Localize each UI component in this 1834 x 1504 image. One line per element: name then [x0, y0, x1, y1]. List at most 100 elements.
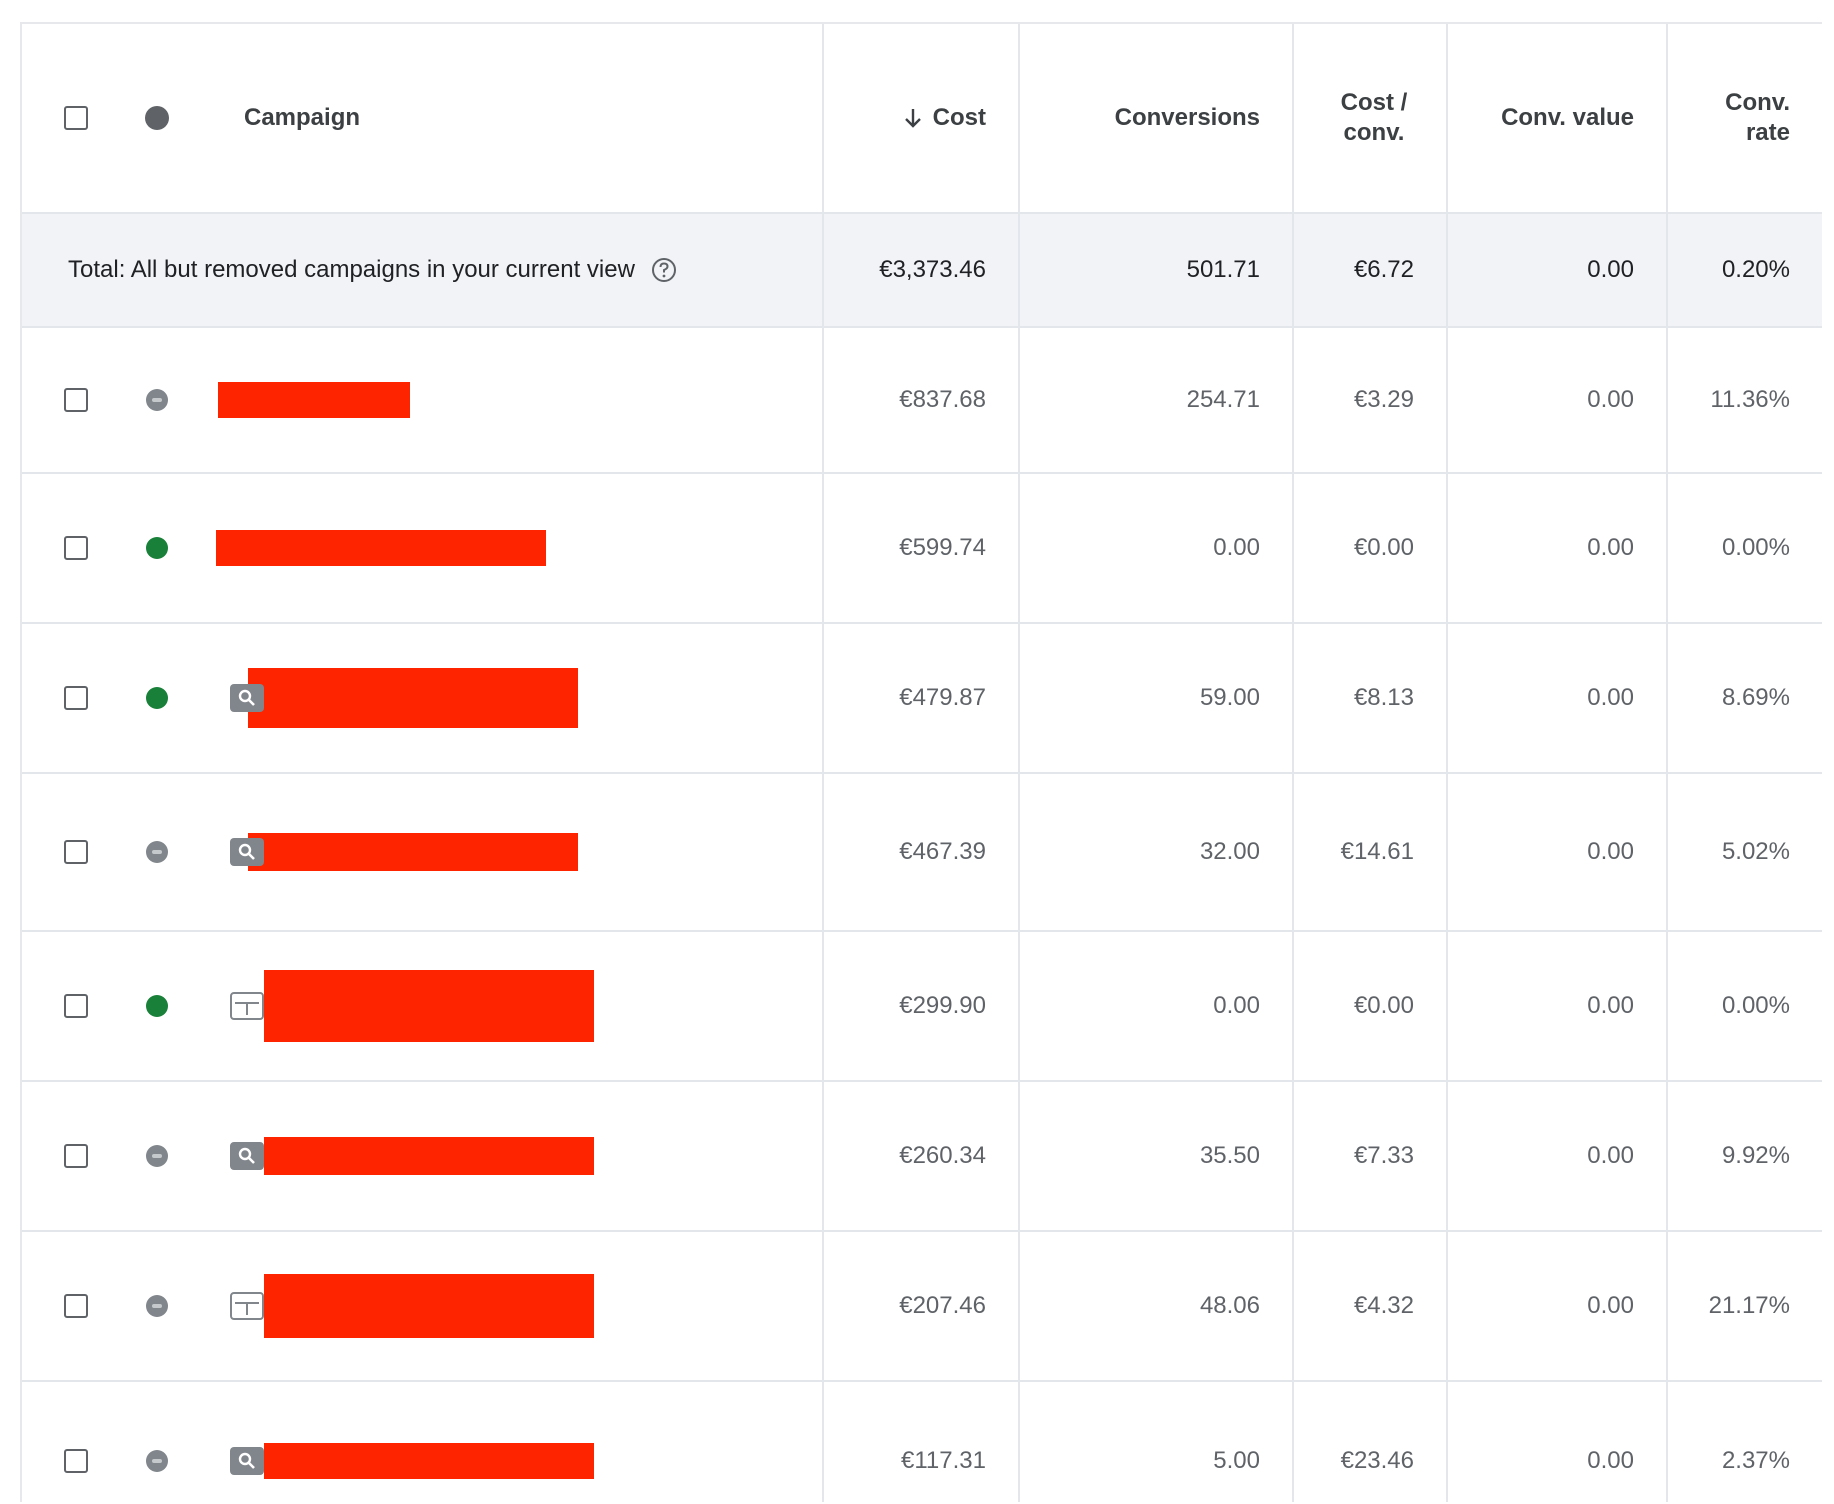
row-conv-rate: 2.37% [1668, 1382, 1822, 1502]
status-paused-icon[interactable] [144, 839, 170, 865]
row-conv-rate: 5.02% [1668, 774, 1822, 932]
row-checkbox[interactable] [64, 686, 88, 710]
column-header-cost[interactable]: Cost [824, 24, 1020, 214]
row-checkbox[interactable] [64, 388, 88, 412]
row-conv-rate: 8.69% [1668, 624, 1822, 774]
total-row-label-cell: Total: All but removed campaigns in your… [22, 214, 824, 328]
redacted-campaign-name[interactable] [248, 668, 578, 728]
row-conversions: 59.00 [1020, 624, 1294, 774]
row-cost-per-conv: €7.33 [1294, 1082, 1448, 1232]
total-conv-rate: 0.20% [1668, 214, 1822, 328]
status-paused-icon[interactable] [144, 1293, 170, 1319]
row-conv-value: 0.00 [1448, 624, 1668, 774]
redacted-campaign-name[interactable] [218, 382, 410, 418]
status-enabled-icon[interactable] [144, 535, 170, 561]
table-row-campaign-cell [22, 1382, 824, 1502]
redacted-campaign-name[interactable] [248, 833, 578, 871]
row-conv-rate: 21.17% [1668, 1232, 1822, 1382]
row-conv-rate: 9.92% [1668, 1082, 1822, 1232]
column-header-campaign[interactable]: Campaign [244, 104, 360, 132]
row-checkbox[interactable] [64, 994, 88, 1018]
row-cost: €837.68 [824, 328, 1020, 474]
table-row-campaign-cell [22, 328, 824, 474]
status-enabled-icon[interactable] [144, 685, 170, 711]
row-conversions: 48.06 [1020, 1232, 1294, 1382]
row-cost-per-conv: €0.00 [1294, 932, 1448, 1082]
row-conversions: 32.00 [1020, 774, 1294, 932]
status-filter-icon[interactable] [144, 105, 170, 131]
row-cost-per-conv: €23.46 [1294, 1382, 1448, 1502]
row-conversions: 35.50 [1020, 1082, 1294, 1232]
column-header-cost-per-conv-label: Cost / conv. [1340, 89, 1408, 146]
column-header-conv-value[interactable]: Conv. value [1448, 24, 1668, 214]
total-row-label: Total: All but removed campaigns in your… [68, 256, 635, 283]
row-cost: €117.31 [824, 1382, 1020, 1502]
row-checkbox[interactable] [64, 1294, 88, 1318]
row-cost: €260.34 [824, 1082, 1020, 1232]
row-cost: €599.74 [824, 474, 1020, 624]
row-cost-per-conv: €3.29 [1294, 328, 1448, 474]
search-campaign-icon [230, 1142, 264, 1170]
row-conv-value: 0.00 [1448, 932, 1668, 1082]
row-conv-value: 0.00 [1448, 328, 1668, 474]
row-conv-rate: 11.36% [1668, 328, 1822, 474]
table-row-campaign-cell [22, 1082, 824, 1232]
row-conv-value: 0.00 [1448, 774, 1668, 932]
header-campaign-cell: Campaign [22, 24, 824, 214]
row-cost-per-conv: €0.00 [1294, 474, 1448, 624]
total-cost-per-conv: €6.72 [1294, 214, 1448, 328]
row-checkbox[interactable] [64, 536, 88, 560]
status-paused-icon[interactable] [144, 1143, 170, 1169]
column-header-cost-label: Cost [932, 104, 986, 131]
row-conv-value: 0.00 [1448, 1382, 1668, 1502]
table-row-campaign-cell [22, 932, 824, 1082]
table-row-campaign-cell [22, 624, 824, 774]
total-conversions: 501.71 [1020, 214, 1294, 328]
status-enabled-icon[interactable] [144, 993, 170, 1019]
row-cost: €467.39 [824, 774, 1020, 932]
row-conversions: 0.00 [1020, 474, 1294, 624]
row-checkbox[interactable] [64, 840, 88, 864]
row-conversions: 5.00 [1020, 1382, 1294, 1502]
sort-down-arrow-icon [904, 109, 921, 128]
table-row-campaign-cell [22, 1232, 824, 1382]
column-header-conv-rate[interactable]: Conv. rate [1668, 24, 1822, 214]
redacted-campaign-name[interactable] [216, 530, 546, 566]
row-conv-value: 0.00 [1448, 1232, 1668, 1382]
column-header-cost-per-conv[interactable]: Cost / conv. [1294, 24, 1448, 214]
status-paused-icon[interactable] [144, 1448, 170, 1474]
help-icon[interactable] [651, 257, 677, 283]
select-all-checkbox[interactable] [64, 106, 88, 130]
row-conv-rate: 0.00% [1668, 932, 1822, 1082]
row-conv-value: 0.00 [1448, 1082, 1668, 1232]
total-conv-value: 0.00 [1448, 214, 1668, 328]
search-campaign-icon [230, 1447, 264, 1475]
row-cost: €299.90 [824, 932, 1020, 1082]
display-campaign-icon [230, 992, 264, 1020]
redacted-campaign-name[interactable] [264, 1137, 594, 1175]
display-campaign-icon [230, 1292, 264, 1320]
search-campaign-icon [230, 684, 264, 712]
redacted-campaign-name[interactable] [264, 1274, 594, 1338]
table-row-campaign-cell [22, 474, 824, 624]
column-header-conversions[interactable]: Conversions [1020, 24, 1294, 214]
total-cost: €3,373.46 [824, 214, 1020, 328]
row-conv-rate: 0.00% [1668, 474, 1822, 624]
row-conv-value: 0.00 [1448, 474, 1668, 624]
row-cost-per-conv: €14.61 [1294, 774, 1448, 932]
row-conversions: 254.71 [1020, 328, 1294, 474]
row-checkbox[interactable] [64, 1449, 88, 1473]
column-header-conv-rate-label: Conv. rate [1725, 89, 1790, 146]
search-campaign-icon [230, 838, 264, 866]
table-row-campaign-cell [22, 774, 824, 932]
redacted-campaign-name[interactable] [264, 1443, 594, 1479]
row-checkbox[interactable] [64, 1144, 88, 1168]
table-grid: Campaign Cost Conversions Cost / conv. C… [22, 24, 1822, 1502]
redacted-campaign-name[interactable] [264, 970, 594, 1042]
row-cost-per-conv: €8.13 [1294, 624, 1448, 774]
row-cost: €479.87 [824, 624, 1020, 774]
row-conversions: 0.00 [1020, 932, 1294, 1082]
campaign-table: Campaign Cost Conversions Cost / conv. C… [20, 22, 1822, 1502]
status-paused-icon[interactable] [144, 387, 170, 413]
row-cost-per-conv: €4.32 [1294, 1232, 1448, 1382]
